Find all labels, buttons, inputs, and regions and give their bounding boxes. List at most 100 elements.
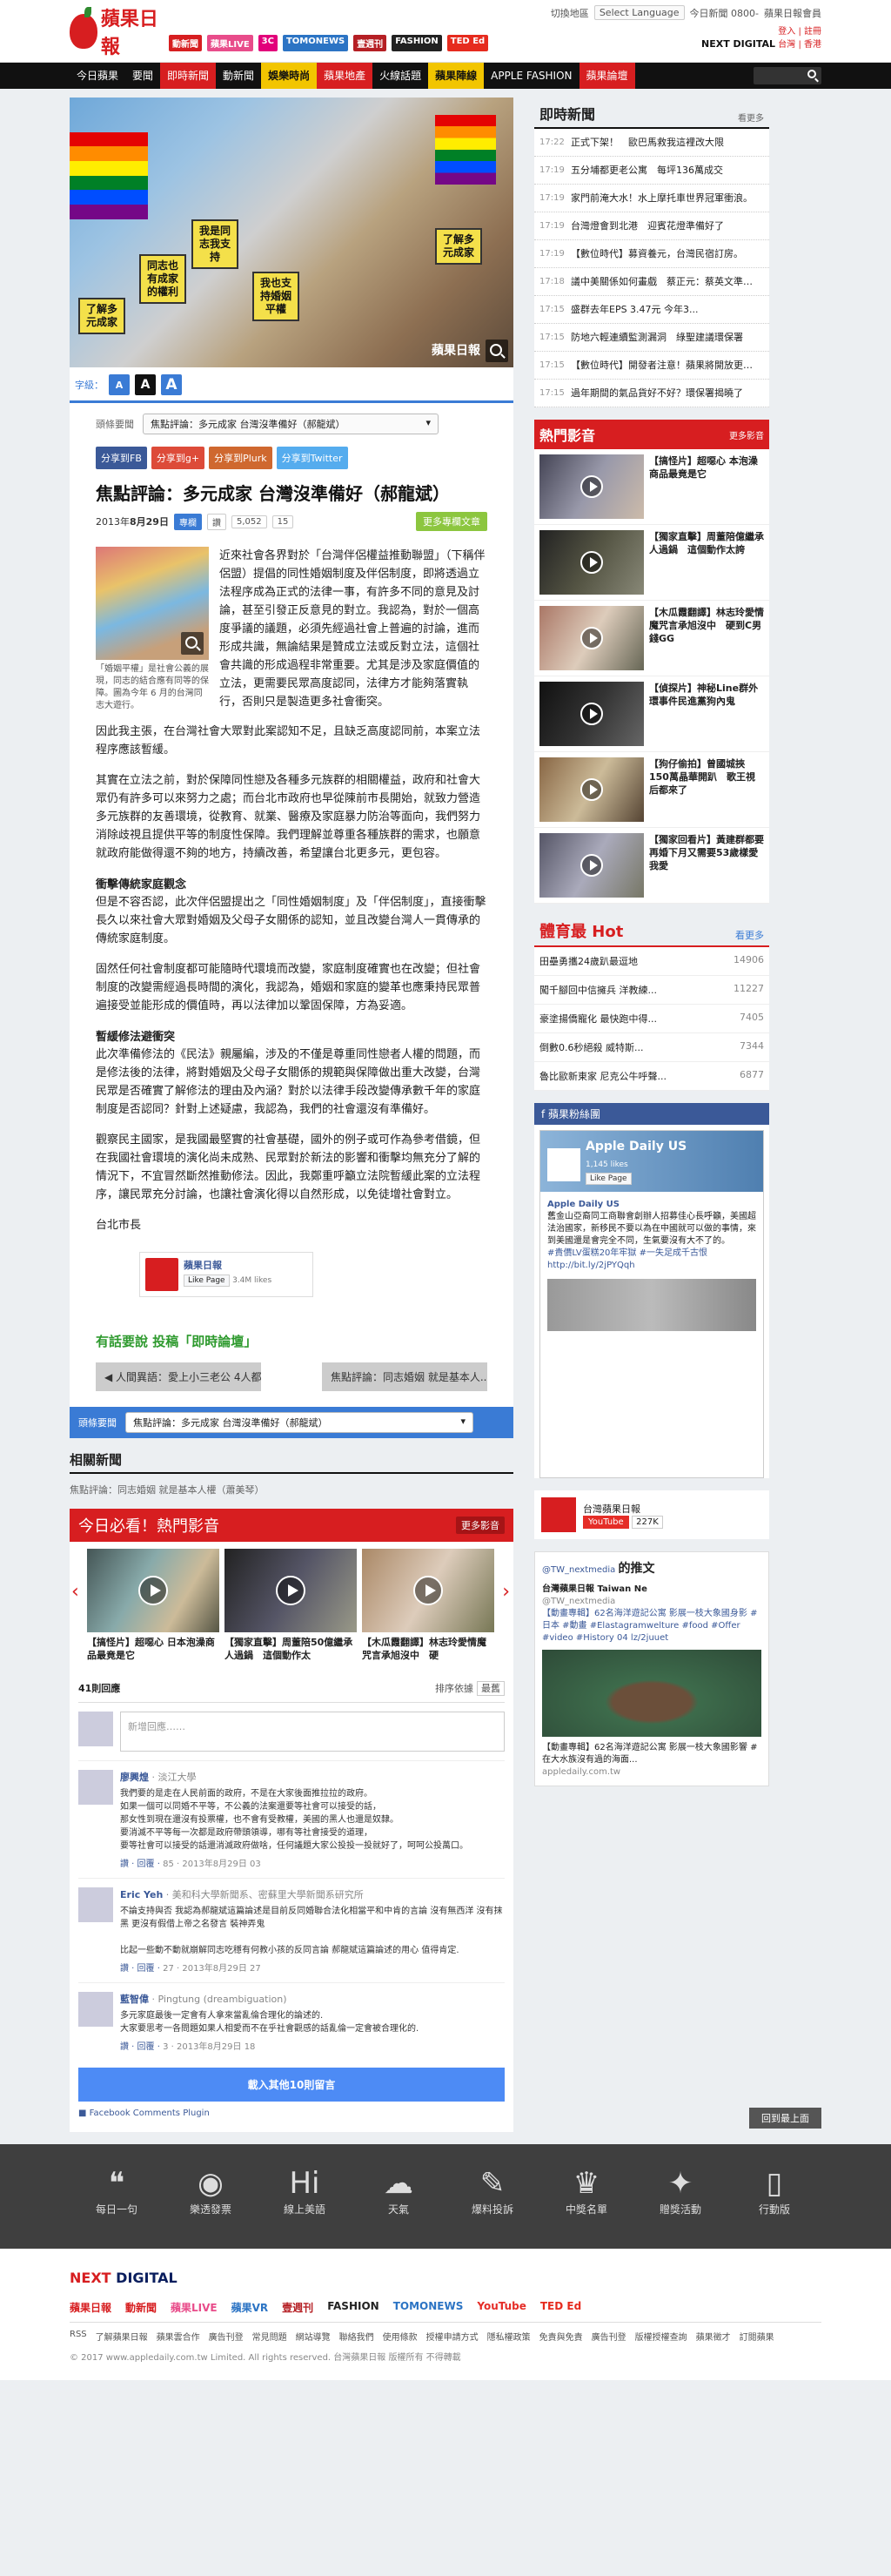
hot-item[interactable]: 田壘勇攜24歲趴最逗地 14906 <box>534 947 769 976</box>
nextdigital-logo[interactable]: NEXT DIGITAL <box>701 38 775 50</box>
region-links[interactable]: 台灣 | 香港 <box>778 40 821 50</box>
footer-link[interactable]: 版權授權查詢 <box>635 2330 687 2343</box>
footer-service-item[interactable]: ✎ 爆料投訴 <box>458 2165 527 2216</box>
tweet-user[interactable]: @TW_nextmedia <box>542 1596 761 1608</box>
fb-post-link[interactable]: http://bit.ly/2jPYQqh <box>547 1260 756 1272</box>
fb-page-name[interactable]: Apple Daily US <box>586 1140 687 1153</box>
hot-sports-more[interactable]: 看更多 <box>735 928 764 942</box>
register-link[interactable]: 註冊 <box>804 27 821 37</box>
sidebar-video-item[interactable]: 【偵探片】神秘Line群外環事件民進黨狗內鬼 <box>534 676 769 752</box>
comment-author[interactable]: Eric Yeh · 美和科大學新聞系、密蘇里大學新聞系研究所 <box>120 1887 505 1901</box>
nav-item[interactable]: 即時新聞 <box>160 63 217 89</box>
nav-item[interactable]: 今日蘋果 <box>70 63 125 89</box>
brand-link[interactable]: 3C <box>258 34 278 51</box>
font-large-button[interactable]: A <box>161 374 182 395</box>
hot-item[interactable]: 倒數0.6秒絕殺 威特斯... 7344 <box>534 1033 769 1062</box>
nextdigital-footer-logo[interactable]: NEXT DIGITAL <box>70 2270 821 2286</box>
tweet-image[interactable] <box>542 1650 761 1737</box>
load-more-comments-button[interactable]: 載入其他10則留言 <box>78 2068 505 2102</box>
apple-daily-logo[interactable]: 蘋果日報 <box>70 3 162 59</box>
sidebar-video-item[interactable]: 【木瓜霞翻譯】林志玲愛情魔咒言承旭沒中 硬到C男錢GG <box>534 601 769 676</box>
nav-item[interactable]: 動新聞 <box>216 63 261 89</box>
member-link[interactable]: 蘋果日報會員 <box>764 6 821 20</box>
footer-service-item[interactable]: ✦ 贈獎活動 <box>646 2165 715 2216</box>
footer-link[interactable]: 使用條款 <box>383 2330 418 2343</box>
footer-service-item[interactable]: ◉ 樂透發票 <box>176 2165 245 2216</box>
youtube-channel-name[interactable]: 台灣蘋果日報 <box>583 1502 663 1516</box>
hot-item[interactable]: 魯比歐新東家 尼克公牛呼聲... 6877 <box>534 1062 769 1091</box>
sidebar-video-item[interactable]: 【獨家直擊】周董陪億繼承人過鍋 這個動作太誇 <box>534 525 769 601</box>
news-item[interactable]: 17:15 盛群去年EPS 3.47元 今年3... <box>534 296 769 324</box>
footer-brand-link[interactable]: FASHION <box>327 2300 379 2315</box>
footer-link[interactable]: 訂閱蘋果 <box>740 2330 774 2343</box>
nav-item[interactable]: 火線話題 <box>372 63 428 89</box>
fb-like-page-button[interactable]: Like Page <box>586 1173 632 1185</box>
tweet-author[interactable]: 台灣蘋果日報 Taiwan Ne <box>542 1584 761 1596</box>
footer-link[interactable]: 網站導覽 <box>296 2330 331 2343</box>
footer-brand-link[interactable]: 蘋果日報 <box>70 2300 111 2315</box>
footer-brand-link[interactable]: 蘋果VR <box>231 2300 269 2315</box>
footer-link[interactable]: 免責與免責 <box>539 2330 583 2343</box>
carousel-next-icon[interactable]: › <box>502 1581 510 1603</box>
nav-item[interactable]: 蘋果論壇 <box>579 63 635 89</box>
gplus-count[interactable]: 15 <box>271 515 294 528</box>
footer-link[interactable]: 授權申請方式 <box>426 2330 479 2343</box>
share-button[interactable]: 分享到FB <box>96 447 147 469</box>
news-item[interactable]: 17:15 防地六輕連續監測漏洞 綠聖建議環保署 <box>534 324 769 352</box>
related-item[interactable]: 焦點評論：同志婚姻 就是基本人權（蕭美琴） <box>70 1479 513 1509</box>
tweet-card-caption[interactable]: 【動畫專輯】62名海洋遊記公寓 影展一枝大象國影響 #在大水族沒有過的海面... <box>542 1742 761 1766</box>
fb-cover[interactable]: Apple Daily US 1,145 likes Like Page <box>540 1131 763 1192</box>
footer-service-item[interactable]: ♛ 中獎名單 <box>552 2165 621 2216</box>
hot-item[interactable]: 豪塗揚僑寵化 最快跑中得... 7405 <box>534 1005 769 1033</box>
sort-select[interactable]: 最舊 <box>477 1681 505 1696</box>
news-item[interactable]: 17:15 過年期間的氣品貨好不好？環保署揭曉了 <box>534 380 769 407</box>
more-videos-link[interactable]: 更多影音 <box>456 1517 505 1534</box>
avatar[interactable] <box>78 1992 113 2027</box>
column-tag[interactable]: 專欄 <box>173 513 202 530</box>
font-medium-button[interactable]: A <box>135 374 156 395</box>
nav-item[interactable]: 要聞 <box>125 63 160 89</box>
footer-brand-link[interactable]: YouTube <box>477 2300 526 2315</box>
nav-item[interactable]: 蘋果陣線 <box>428 63 485 89</box>
youtube-subscribe-button[interactable]: YouTube <box>583 1515 629 1529</box>
news-item[interactable]: 17:18 議中美關係如何畫戲 蔡正元：蔡英文準… <box>534 268 769 296</box>
prev-article-link[interactable]: ◀ 人間異語：愛上小三老公 4人都... <box>96 1362 261 1391</box>
twitter-handle[interactable]: @TW_nextmedia <box>542 1565 615 1575</box>
comment-actions[interactable]: 讚 · 回覆 · 27 · 2013年8月29日 27 <box>120 1961 505 1974</box>
brand-link[interactable]: FASHION <box>392 34 442 51</box>
footer-service-item[interactable]: ▯ 行動版 <box>740 2165 809 2216</box>
news-item[interactable]: 17:15 【數位時代】開發者注意！蘋果將開放更… <box>534 352 769 380</box>
language-select[interactable]: Select Language <box>593 5 685 20</box>
footer-link[interactable]: RSS <box>70 2330 87 2343</box>
video-thumbnail[interactable] <box>539 606 644 670</box>
youtube-avatar[interactable] <box>541 1497 576 1532</box>
more-columns-button[interactable]: 更多專欄文章 <box>416 512 487 531</box>
sidebar-video-item[interactable]: 【獨家回看片】黃建群都要再婚下月又需要53歲樣愛我愛 <box>534 828 769 904</box>
fb-post-image[interactable] <box>547 1279 756 1331</box>
fb-poster[interactable]: Apple Daily US <box>547 1199 756 1211</box>
footer-link[interactable]: 聯絡我們 <box>339 2330 374 2343</box>
like-button[interactable]: 讚 <box>206 513 226 530</box>
footer-brand-link[interactable]: 動新聞 <box>125 2300 157 2315</box>
sidebar-video-item[interactable]: 【搞怪片】超噁心 本泡澡商品最竟是它 <box>534 449 769 525</box>
video-thumbnail[interactable] <box>539 757 644 822</box>
scroll-to-top-button[interactable]: 回到最上面 <box>749 2108 821 2129</box>
brand-link[interactable]: 動新聞 <box>169 34 202 51</box>
footer-brand-link[interactable]: 蘋果LIVE <box>171 2300 218 2315</box>
sidebar-video-item[interactable]: 【狗仔偷拍】曾國城挾150萬晶華開趴 歌王視后都來了 <box>534 752 769 828</box>
footer-service-item[interactable]: Hi 線上美語 <box>270 2165 339 2216</box>
footer-link[interactable]: 了解蘋果日報 <box>96 2330 148 2343</box>
fb-like-page-button[interactable]: Like Page <box>184 1275 230 1287</box>
fb-post-tags[interactable]: #貴價LV蛋糕20年牢獄 #一失足成千古恨 <box>547 1248 756 1260</box>
search-icon[interactable] <box>807 70 816 78</box>
carousel-prev-icon[interactable]: ‹ <box>71 1581 79 1603</box>
share-button[interactable]: 分享到Twitter <box>276 447 348 469</box>
search-input[interactable] <box>754 67 821 84</box>
zoom-icon[interactable] <box>181 632 204 655</box>
share-button[interactable]: 分享到Plurk <box>209 447 272 469</box>
comment-author[interactable]: 廖興煌 · 淡江大學 <box>120 1770 505 1784</box>
video-thumbnail[interactable] <box>539 833 644 898</box>
comment-input[interactable]: 新增回應…… <box>120 1712 505 1752</box>
footer-link[interactable]: 蘋果徵才 <box>696 2330 731 2343</box>
brand-link[interactable]: 蘋果LIVE <box>207 34 253 51</box>
